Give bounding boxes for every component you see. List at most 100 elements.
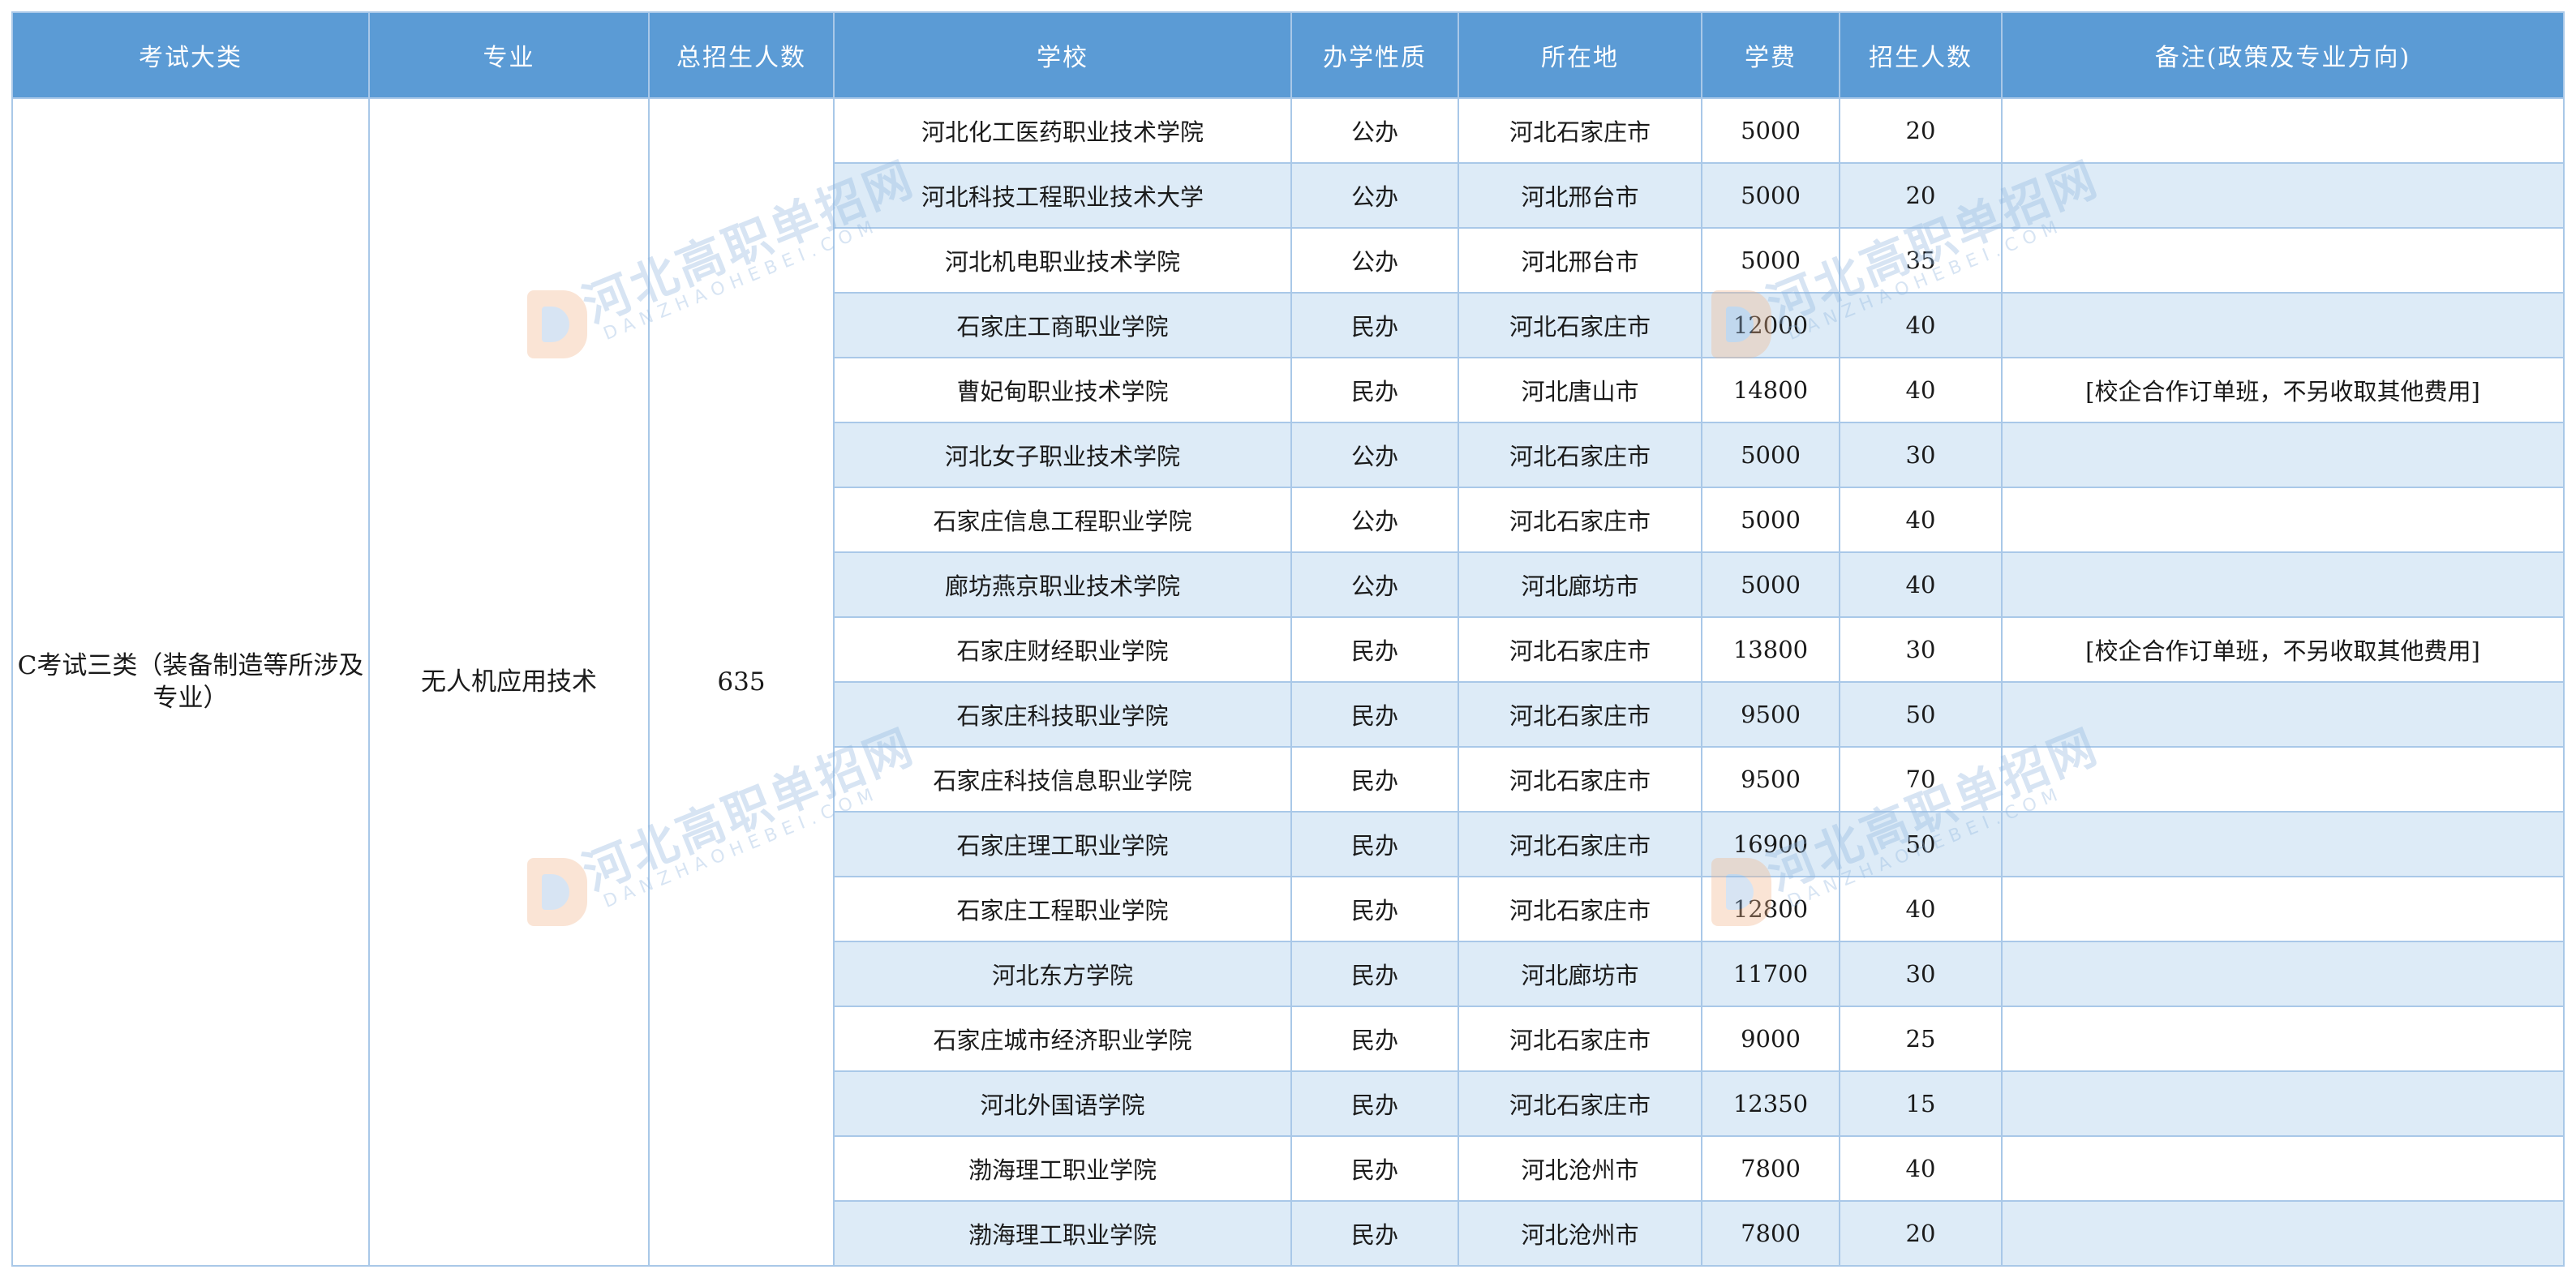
cell-fee: 11700 [1701, 941, 1840, 1007]
header-category: 考试大类 [11, 11, 370, 99]
cell-fee: 5000 [1701, 162, 1840, 229]
cell-total: 635 [648, 97, 835, 1267]
cell-location: 河北石家庄市 [1458, 1006, 1702, 1072]
cell-school: 渤海理工职业学院 [833, 1135, 1292, 1202]
cell-location: 河北石家庄市 [1458, 1070, 1702, 1137]
cell-school: 石家庄工程职业学院 [833, 876, 1292, 942]
cell-type: 民办 [1290, 1006, 1459, 1072]
cell-count: 20 [1839, 1200, 2003, 1267]
cell-type: 公办 [1290, 422, 1459, 488]
cell-note [2001, 746, 2565, 813]
cell-school: 河北外国语学院 [833, 1070, 1292, 1137]
header-fee: 学费 [1701, 11, 1840, 99]
cell-type: 民办 [1290, 1070, 1459, 1137]
cell-location: 河北石家庄市 [1458, 876, 1702, 942]
cell-count: 40 [1839, 551, 2003, 618]
cell-fee: 12000 [1701, 292, 1840, 358]
cell-count: 25 [1839, 1006, 2003, 1072]
cell-count: 30 [1839, 422, 2003, 488]
table-body: C考试三类（装备制造等所涉及专业） 无人机应用技术 635 河北化工医药职业技术学院公… [11, 97, 2565, 1267]
cell-school: 河北化工医药职业技术学院 [833, 97, 1292, 164]
admissions-table-container: 考试大类 专业 总招生人数 学校 办学性质 所在地 学费 招生人数 备注(政策及专业方向) C考… [11, 11, 2565, 1267]
header-count: 招生人数 [1839, 11, 2003, 99]
cell-note [2001, 487, 2565, 553]
cell-fee: 12350 [1701, 1070, 1840, 1137]
cell-location: 河北沧州市 [1458, 1200, 1702, 1267]
cell-location: 河北沧州市 [1458, 1135, 1702, 1202]
cell-school: 石家庄科技职业学院 [833, 681, 1292, 748]
cell-school: 石家庄科技信息职业学院 [833, 746, 1292, 813]
cell-count: 15 [1839, 1070, 2003, 1137]
cell-note [2001, 811, 2565, 877]
table-header-row: 考试大类 专业 总招生人数 学校 办学性质 所在地 学费 招生人数 备注(政策及专业方向) [11, 11, 2565, 99]
cell-count: 50 [1839, 811, 2003, 877]
cell-count: 40 [1839, 292, 2003, 358]
cell-note [2001, 941, 2565, 1007]
cell-type: 民办 [1290, 681, 1459, 748]
header-total: 总招生人数 [648, 11, 835, 99]
cell-location: 河北石家庄市 [1458, 422, 1702, 488]
cell-school: 石家庄理工职业学院 [833, 811, 1292, 877]
cell-count: 30 [1839, 616, 2003, 683]
cell-note [2001, 422, 2565, 488]
cell-note [2001, 551, 2565, 618]
header-location: 所在地 [1458, 11, 1702, 99]
cell-fee: 9000 [1701, 1006, 1840, 1072]
cell-type: 民办 [1290, 357, 1459, 423]
cell-type: 公办 [1290, 162, 1459, 229]
cell-fee: 14800 [1701, 357, 1840, 423]
cell-location: 河北石家庄市 [1458, 681, 1702, 748]
cell-type: 民办 [1290, 1135, 1459, 1202]
cell-count: 40 [1839, 1135, 2003, 1202]
header-type: 办学性质 [1290, 11, 1459, 99]
cell-fee: 9500 [1701, 681, 1840, 748]
cell-count: 40 [1839, 876, 2003, 942]
cell-type: 公办 [1290, 487, 1459, 553]
cell-note [2001, 1200, 2565, 1267]
cell-count: 50 [1839, 681, 2003, 748]
cell-school: 石家庄信息工程职业学院 [833, 487, 1292, 553]
cell-type: 民办 [1290, 941, 1459, 1007]
cell-fee: 5000 [1701, 227, 1840, 294]
cell-note [2001, 876, 2565, 942]
cell-count: 40 [1839, 357, 2003, 423]
cell-fee: 5000 [1701, 487, 1840, 553]
cell-location: 河北邢台市 [1458, 227, 1702, 294]
cell-note [2001, 97, 2565, 164]
header-major: 专业 [368, 11, 650, 99]
cell-category: C考试三类（装备制造等所涉及专业） [11, 97, 370, 1267]
cell-fee: 13800 [1701, 616, 1840, 683]
cell-note: [校企合作订单班，不另收取其他费用] [2001, 616, 2565, 683]
cell-type: 民办 [1290, 876, 1459, 942]
cell-location: 河北石家庄市 [1458, 292, 1702, 358]
cell-school: 河北女子职业技术学院 [833, 422, 1292, 488]
cell-type: 公办 [1290, 227, 1459, 294]
cell-location: 河北石家庄市 [1458, 487, 1702, 553]
cell-type: 民办 [1290, 292, 1459, 358]
cell-location: 河北廊坊市 [1458, 551, 1702, 618]
cell-school: 河北机电职业技术学院 [833, 227, 1292, 294]
cell-count: 30 [1839, 941, 2003, 1007]
cell-fee: 5000 [1701, 97, 1840, 164]
cell-location: 河北石家庄市 [1458, 616, 1702, 683]
cell-location: 河北廊坊市 [1458, 941, 1702, 1007]
cell-note: [校企合作订单班，不另收取其他费用] [2001, 357, 2565, 423]
cell-count: 70 [1839, 746, 2003, 813]
cell-count: 40 [1839, 487, 2003, 553]
cell-fee: 12800 [1701, 876, 1840, 942]
cell-school: 廊坊燕京职业技术学院 [833, 551, 1292, 618]
cell-note [2001, 1070, 2565, 1137]
cell-count: 35 [1839, 227, 2003, 294]
cell-count: 20 [1839, 162, 2003, 229]
cell-school: 曹妃甸职业技术学院 [833, 357, 1292, 423]
cell-location: 河北石家庄市 [1458, 811, 1702, 877]
cell-note [2001, 1135, 2565, 1202]
cell-school: 河北东方学院 [833, 941, 1292, 1007]
cell-note [2001, 227, 2565, 294]
admissions-table: 考试大类 专业 总招生人数 学校 办学性质 所在地 学费 招生人数 备注(政策及专业方向) C考… [11, 11, 2565, 1267]
header-school: 学校 [833, 11, 1292, 99]
cell-count: 20 [1839, 97, 2003, 164]
cell-note [2001, 681, 2565, 748]
cell-major: 无人机应用技术 [368, 97, 650, 1267]
cell-type: 民办 [1290, 746, 1459, 813]
